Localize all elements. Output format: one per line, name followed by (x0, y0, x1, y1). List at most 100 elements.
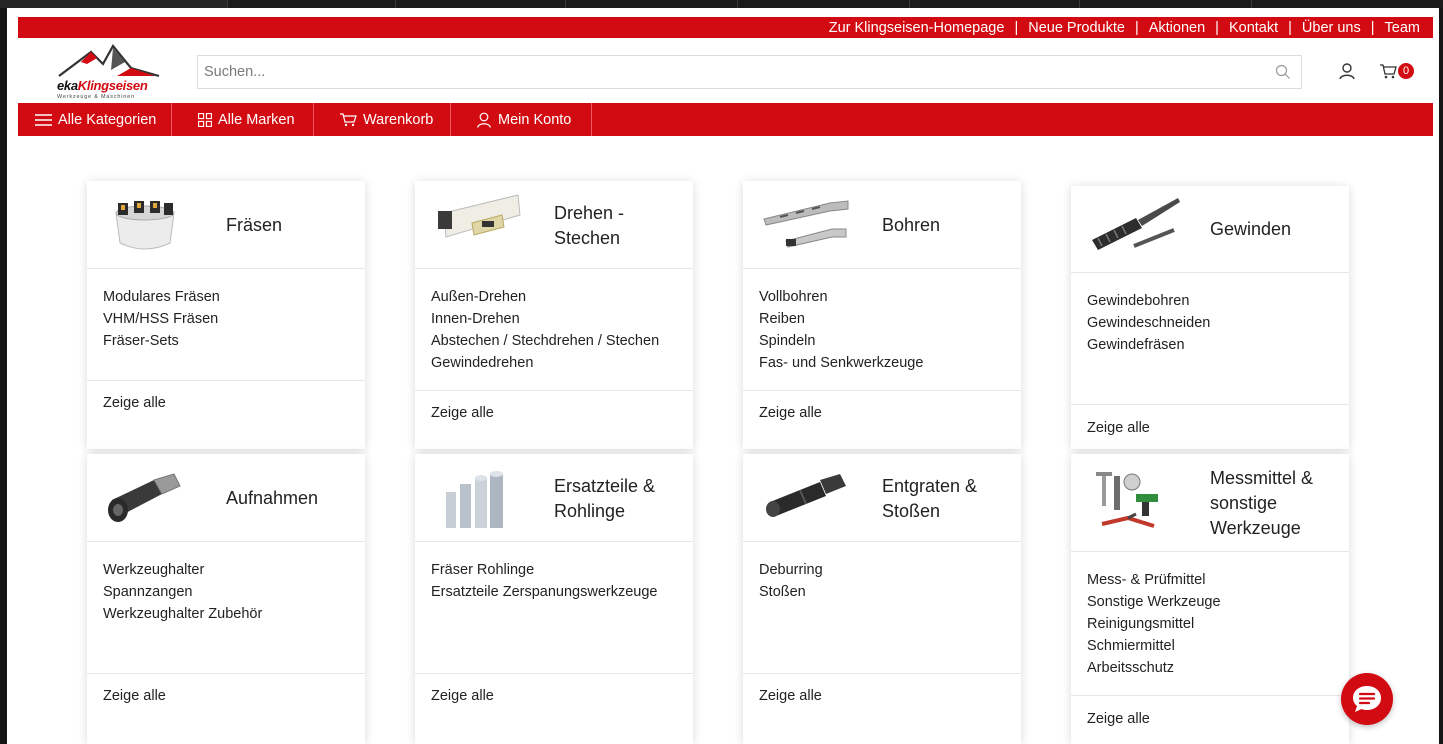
subcategory-link[interactable]: Abstechen / Stechdrehen / Stechen (431, 330, 659, 352)
show-all-link[interactable]: Zeige alle (431, 405, 494, 421)
turning-tool-icon (438, 194, 521, 238)
subcategory-link[interactable]: Reiben (759, 308, 923, 330)
chat-icon (1353, 686, 1381, 712)
subcategory-link[interactable]: Modulares Fräsen (103, 286, 220, 308)
search-input[interactable] (198, 56, 1258, 88)
subcategory-link[interactable]: Schmiermittel (1087, 635, 1221, 657)
card-header[interactable]: Fräsen (87, 181, 365, 269)
card-title[interactable]: Fräsen (226, 213, 282, 238)
subcategory-link[interactable]: Fräser Rohlinge (431, 559, 657, 581)
subcategory-link[interactable]: Arbeitsschutz (1087, 657, 1221, 679)
chat-button[interactable] (1341, 673, 1393, 725)
category-card-drehen-stechen: Drehen - Stechen Außen-Drehen Innen-Dreh… (415, 181, 693, 449)
nav-all-categories[interactable]: Alle Kategorien (18, 103, 172, 136)
show-all-link[interactable]: Zeige alle (1087, 420, 1150, 436)
subcategory-link[interactable]: Spindeln (759, 330, 923, 352)
search-icon[interactable] (1275, 64, 1291, 85)
grid-icon (198, 112, 212, 127)
logo-klingseisen: Klingseisen (77, 78, 148, 93)
card-subcategory-list: Fräser Rohlinge Ersatzteile Zerspanungsw… (431, 559, 657, 603)
show-all-link[interactable]: Zeige alle (103, 688, 166, 704)
category-card-fraesen: Fräsen Modulares Fräsen VHM/HSS Fräsen F… (87, 181, 365, 449)
deburring-tool-icon (766, 474, 846, 517)
subcategory-link[interactable]: Deburring (759, 559, 823, 581)
category-card-ersatzteile-rohlinge: Ersatzteile & Rohlinge Fräser Rohlinge E… (415, 454, 693, 744)
search-box (197, 55, 1302, 89)
card-header[interactable]: Aufnahmen (87, 454, 365, 542)
category-card-gewinden: Gewinden Gewindebohren Gewindeschneiden … (1071, 186, 1349, 449)
subcategory-link[interactable]: Mess- & Prüfmittel (1087, 569, 1221, 591)
link-promotions[interactable]: Aktionen (1149, 20, 1205, 36)
nav-cart[interactable]: Warenkorb (314, 103, 451, 136)
subcategory-link[interactable]: Fas- und Senkwerkzeuge (759, 352, 923, 374)
category-card-aufnahmen: Aufnahmen Werkzeughalter Spannzangen Wer… (87, 454, 365, 744)
show-all-link[interactable]: Zeige alle (103, 395, 166, 411)
link-new-products[interactable]: Neue Produkte (1028, 20, 1125, 36)
top-link-bar: Zur Klingseisen-Homepage | Neue Produkte… (18, 17, 1433, 38)
card-header[interactable]: Drehen - Stechen (415, 181, 693, 269)
subcategory-link[interactable]: Gewindefräsen (1087, 334, 1210, 356)
link-contact[interactable]: Kontakt (1229, 20, 1278, 36)
nav-all-brands-label: Alle Marken (218, 111, 295, 128)
card-title[interactable]: Drehen - Stechen (554, 201, 693, 251)
main-nav: Alle Kategorien Alle Marken Warenkorb Me… (18, 103, 1433, 136)
subcategory-link[interactable]: Werkzeughalter Zubehör (103, 603, 262, 625)
menu-icon (35, 113, 52, 126)
card-header[interactable]: Gewinden (1071, 186, 1349, 273)
nav-all-categories-label: Alle Kategorien (58, 111, 157, 128)
subcategory-link[interactable]: Gewindedrehen (431, 352, 659, 374)
card-title[interactable]: Ersatzteile & Rohlinge (554, 474, 693, 524)
subcategory-link[interactable]: Außen-Drehen (431, 286, 659, 308)
subcategory-link[interactable]: Fräser-Sets (103, 330, 220, 352)
subcategory-link[interactable]: Gewindeschneiden (1087, 312, 1210, 334)
subcategory-link[interactable]: VHM/HSS Fräsen (103, 308, 220, 330)
user-icon (476, 112, 492, 128)
card-title[interactable]: Gewinden (1210, 217, 1291, 242)
subcategory-link[interactable]: Ersatzteile Zerspanungswerkzeuge (431, 581, 657, 603)
cart-icon[interactable] (1379, 63, 1397, 84)
category-card-bohren: Bohren Vollbohren Reiben Spindeln Fas- u… (743, 181, 1021, 449)
nav-my-account-label: Mein Konto (498, 111, 572, 128)
subcategory-link[interactable]: Werkzeughalter (103, 559, 262, 581)
card-header[interactable]: Ersatzteile & Rohlinge (415, 454, 693, 542)
site-logo[interactable]: ekaKlingseisen Werkzeuge & Maschinen (51, 42, 163, 100)
card-subcategory-list: Gewindebohren Gewindeschneiden Gewindefr… (1087, 290, 1210, 356)
tool-holder-icon (108, 473, 181, 522)
cart-icon (340, 113, 357, 127)
link-homepage[interactable]: Zur Klingseisen-Homepage (829, 20, 1005, 36)
card-title[interactable]: Entgraten & Stoßen (882, 474, 1021, 524)
subcategory-link[interactable]: Stoßen (759, 581, 823, 603)
card-header[interactable]: Entgraten & Stoßen (743, 454, 1021, 542)
show-all-link[interactable]: Zeige alle (759, 405, 822, 421)
subcategory-link[interactable]: Innen-Drehen (431, 308, 659, 330)
rod-blanks-icon (446, 471, 503, 528)
card-header[interactable]: Messmittel & sonstige Werkzeuge (1071, 454, 1349, 552)
nav-my-account[interactable]: Mein Konto (451, 103, 592, 136)
subcategory-link[interactable]: Spannzangen (103, 581, 262, 603)
subcategory-link[interactable]: Reinigungsmittel (1087, 613, 1221, 635)
logo-mountain-icon (58, 44, 160, 78)
show-all-link[interactable]: Zeige alle (1087, 711, 1150, 727)
category-card-messmittel: Messmittel & sonstige Werkzeuge Mess- & … (1071, 454, 1349, 744)
card-subcategory-list: Deburring Stoßen (759, 559, 823, 603)
card-title[interactable]: Aufnahmen (226, 486, 318, 511)
card-subcategory-list: Vollbohren Reiben Spindeln Fas- und Senk… (759, 286, 923, 374)
show-all-link[interactable]: Zeige alle (431, 688, 494, 704)
card-title[interactable]: Bohren (882, 213, 940, 238)
show-all-link[interactable]: Zeige alle (759, 688, 822, 704)
nav-all-brands[interactable]: Alle Marken (172, 103, 314, 136)
subcategory-link[interactable]: Sonstige Werkzeuge (1087, 591, 1221, 613)
card-title[interactable]: Messmittel & sonstige Werkzeuge (1210, 466, 1349, 541)
card-header[interactable]: Bohren (743, 181, 1021, 269)
browser-top-strip (0, 0, 1443, 8)
subcategory-link[interactable]: Gewindebohren (1087, 290, 1210, 312)
logo-tagline: Werkzeuge & Maschinen (57, 94, 135, 100)
subcategory-link[interactable]: Vollbohren (759, 286, 923, 308)
link-about[interactable]: Über uns (1302, 20, 1361, 36)
cart-count-badge[interactable]: 0 (1398, 63, 1414, 79)
category-card-entgraten-stossen: Entgraten & Stoßen Deburring Stoßen Zeig… (743, 454, 1021, 744)
milling-cutter-icon (115, 201, 175, 250)
account-icon[interactable] (1339, 63, 1355, 85)
link-team[interactable]: Team (1385, 20, 1420, 36)
card-subcategory-list: Mess- & Prüfmittel Sonstige Werkzeuge Re… (1087, 569, 1221, 679)
